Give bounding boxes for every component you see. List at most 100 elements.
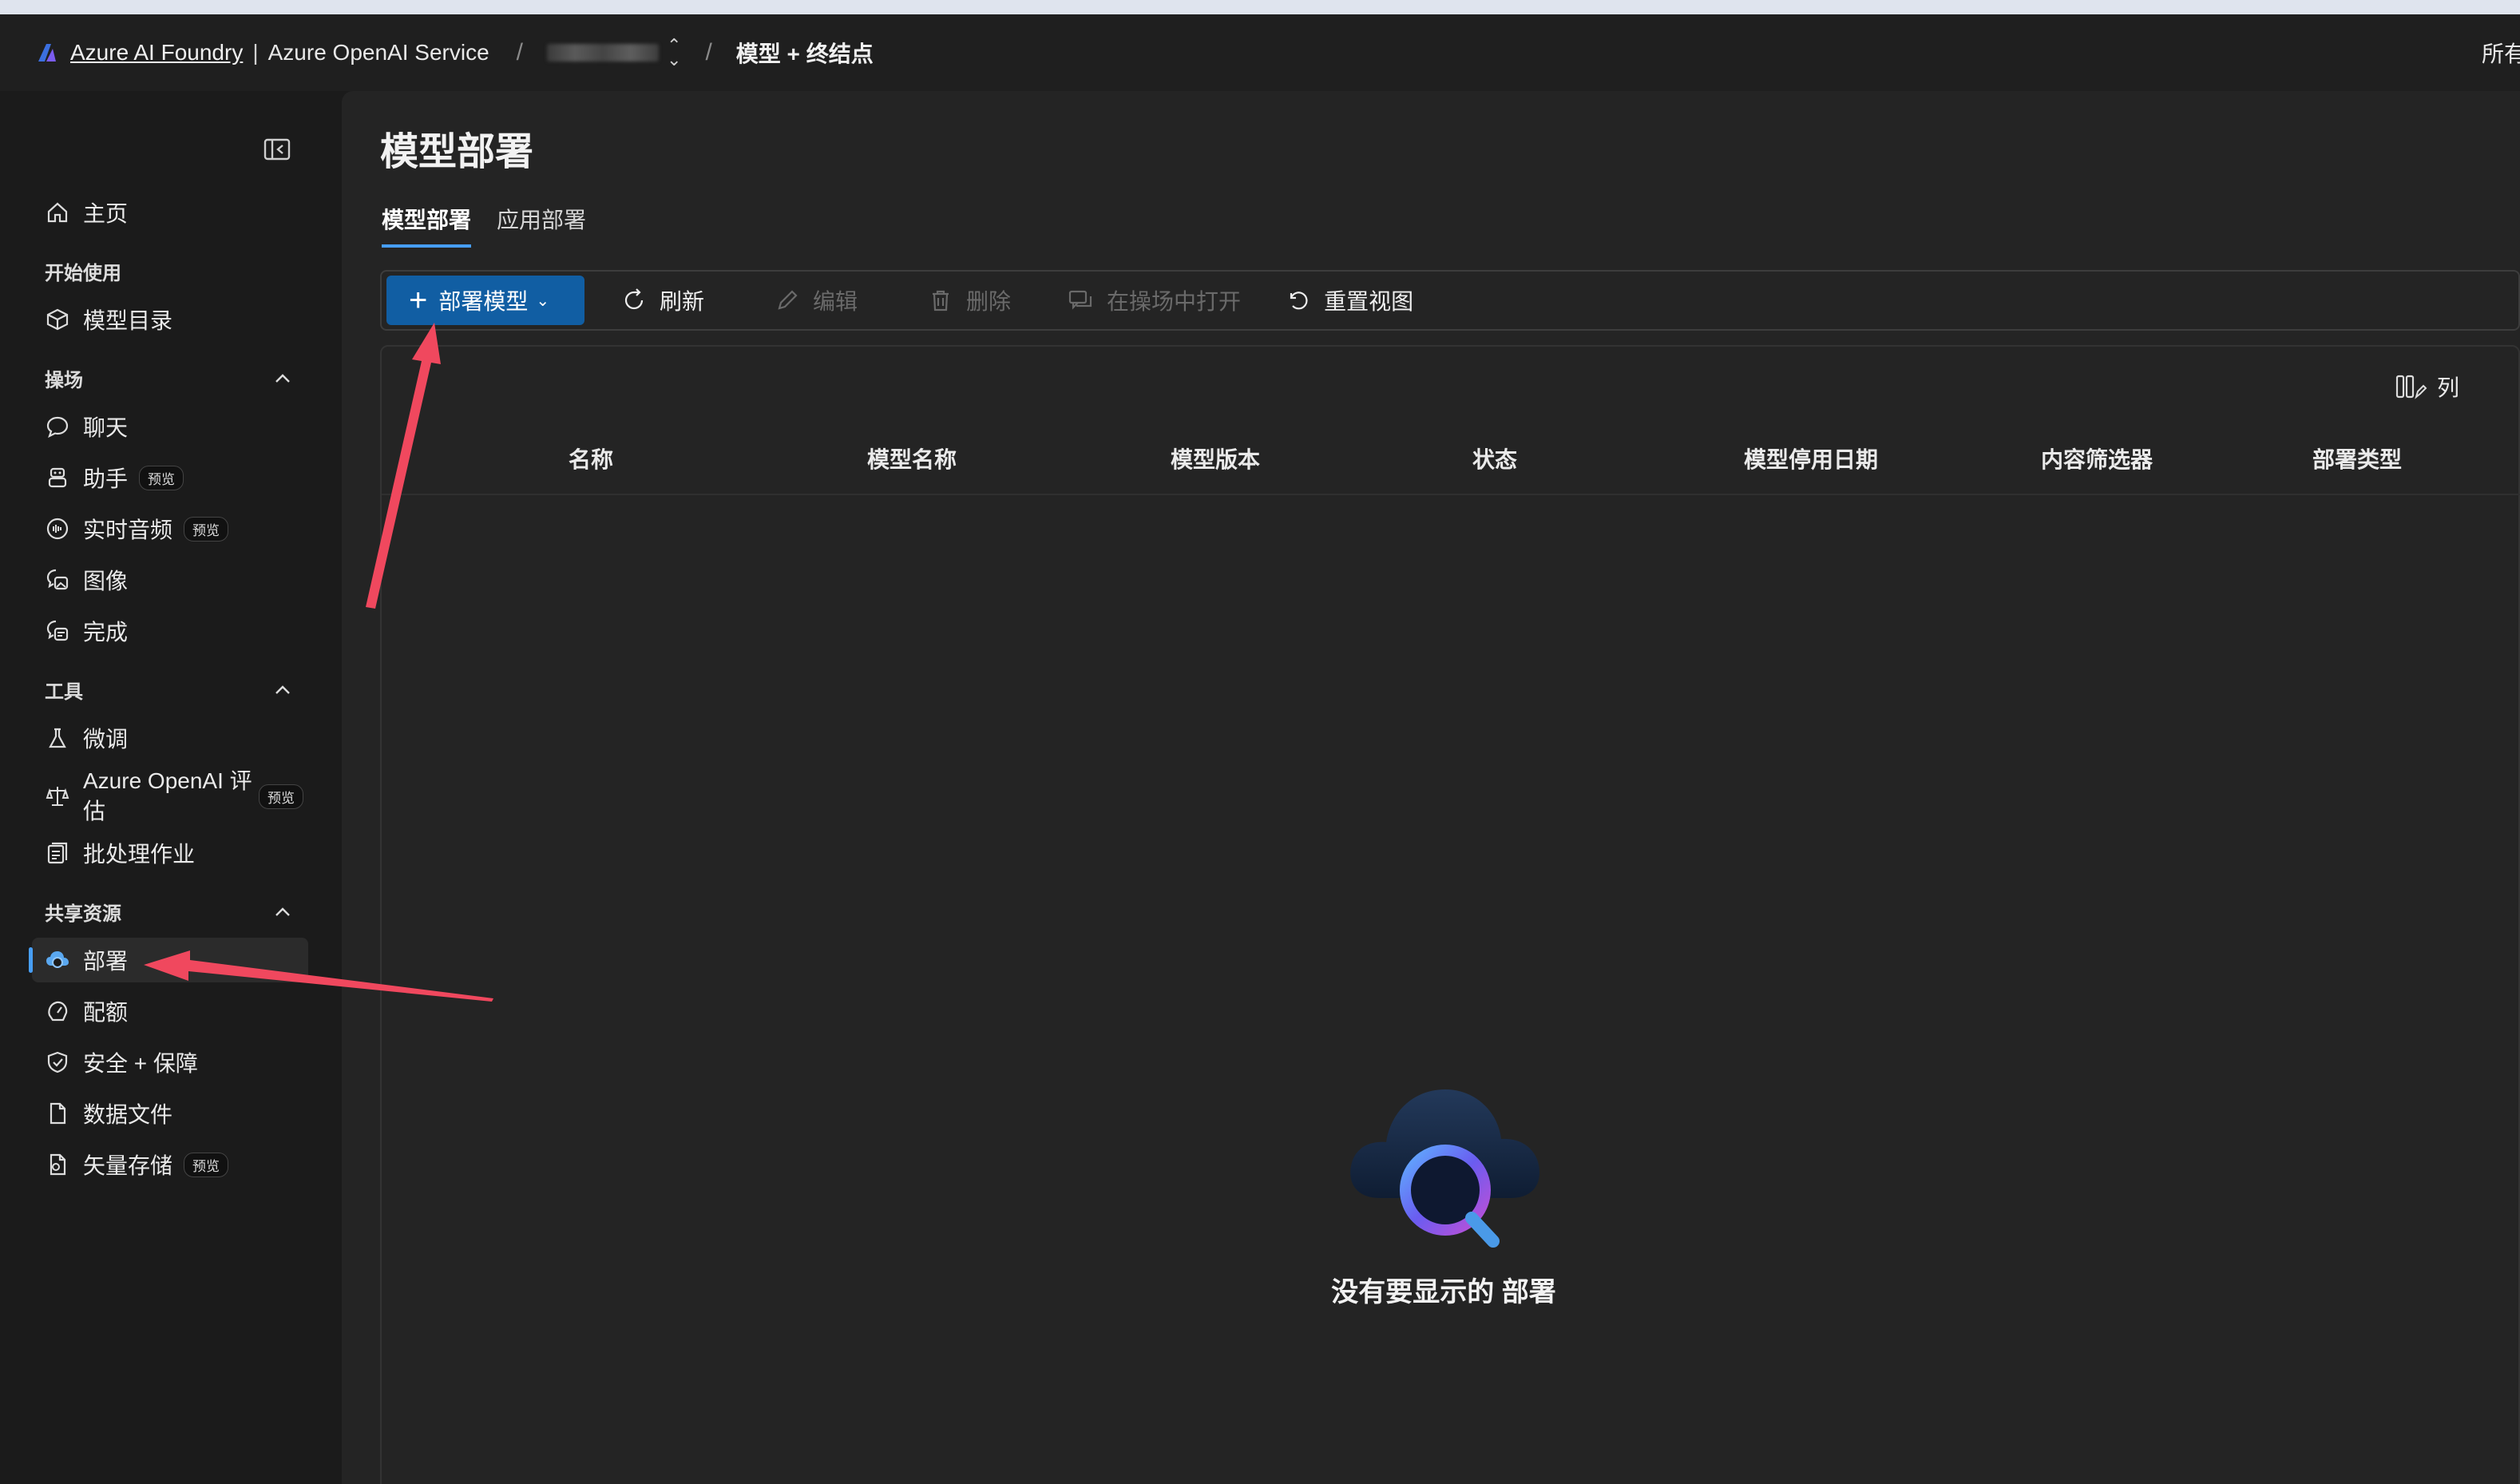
sidebar-item-label: 估 (83, 799, 106, 823)
assistant-bot-icon (43, 463, 72, 492)
breadcrumb-slash: / (705, 39, 712, 65)
brand-separator: | (252, 40, 259, 65)
section-playground[interactable]: 操场 (45, 364, 292, 392)
service-name: Azure OpenAI Service (267, 40, 489, 65)
sidebar-item-label: 图像 (83, 569, 129, 593)
top-bar: Azure AI Foundry | Azure OpenAI Service … (0, 14, 2520, 91)
shield-check-icon (43, 1048, 72, 1077)
pencil-icon (773, 286, 802, 315)
tab-model-deployments[interactable]: 模型部署 (382, 203, 472, 248)
columns-button[interactable]: 列 (2395, 371, 2459, 403)
sidebar-item-batch-jobs[interactable]: 批处理作业 (32, 831, 308, 875)
column-header-model-name[interactable]: 模型名称 (867, 442, 957, 474)
flask-icon (43, 724, 72, 752)
sidebar-item-deployments[interactable]: 部署 (29, 938, 308, 982)
section-get-started: 开始使用 (45, 257, 292, 285)
preview-badge: 预览 (139, 465, 184, 490)
sidebar-item-fine-tuning[interactable]: 微调 (32, 716, 308, 760)
resource-selector[interactable]: ⌃ ⌄ (547, 37, 681, 69)
chevron-up-icon[interactable] (273, 903, 292, 922)
section-tools[interactable]: 工具 (45, 676, 292, 704)
edit-button[interactable]: 编辑 (773, 284, 858, 316)
section-label: 操场 (45, 370, 83, 391)
tab-list: 模型部署 应用部署 (382, 203, 612, 248)
column-header-deployment-type[interactable]: 部署类型 (2312, 442, 2402, 474)
breadcrumb-slash: / (516, 39, 523, 65)
sidebar-item-evaluation[interactable]: Azure OpenAI 评 估 预览 (32, 767, 308, 826)
document-icon (43, 1099, 72, 1128)
sidebar-item-realtime-audio[interactable]: 实时音频 预览 (32, 506, 308, 551)
sidebar-item-label: 主页 (83, 201, 129, 226)
sidebar-item-data-files[interactable]: 数据文件 (32, 1091, 308, 1136)
column-header-content-filter[interactable]: 内容筛选器 (2041, 442, 2153, 474)
scales-icon (43, 782, 72, 811)
chevron-up-icon[interactable] (273, 369, 292, 388)
undo-reset-icon (1284, 286, 1313, 315)
audio-wave-icon (43, 514, 72, 543)
evaluation-label: Azure OpenAI 评 估 (83, 766, 256, 827)
vector-store-icon (43, 1150, 72, 1179)
cube-icon (43, 305, 72, 334)
column-header-status[interactable]: 状态 (1472, 442, 1517, 474)
cloud-deploy-icon (43, 946, 72, 974)
trash-icon (926, 286, 955, 315)
plus-icon: + (409, 283, 428, 318)
azure-ai-foundry-logo-icon[interactable] (35, 39, 62, 66)
sidebar-item-images[interactable]: 图像 (32, 557, 308, 602)
columns-label: 列 (2436, 375, 2459, 400)
preview-badge: 预览 (184, 516, 229, 542)
sidebar-item-home[interactable]: 主页 (32, 190, 308, 235)
refresh-icon (620, 286, 648, 315)
sidebar-item-label: 安全 + 保障 (83, 1051, 198, 1076)
section-label: 开始使用 (45, 263, 121, 284)
sidebar-item-label: Azure OpenAI 评 (83, 768, 252, 793)
topbar-right-text[interactable]: 所有 (2482, 37, 2520, 69)
sidebar-item-label: 微调 (83, 727, 129, 752)
sidebar-item-label: 数据文件 (83, 1102, 173, 1127)
chevron-up-icon[interactable] (273, 680, 292, 700)
sidebar-item-chat[interactable]: 聊天 (32, 404, 308, 449)
section-shared-resources[interactable]: 共享资源 (45, 898, 292, 926)
cloud-search-icon (1350, 1089, 1539, 1248)
empty-state-message: 没有要显示的 部署 (1331, 1277, 1556, 1307)
sidebar-item-vector-stores[interactable]: 矢量存储 预览 (32, 1142, 308, 1187)
completion-chat-icon (43, 617, 72, 645)
edit-label: 编辑 (813, 289, 858, 314)
main-panel: 模型部署 模型部署 应用部署 + 部署模型 ⌄ 刷新 编辑 删除 在操场中打开 … (342, 91, 2520, 1484)
refresh-label: 刷新 (660, 289, 705, 314)
preview-badge: 预览 (184, 1152, 229, 1177)
batch-document-icon (43, 839, 72, 867)
redacted-resource-name (547, 44, 659, 62)
sidebar-item-completions[interactable]: 完成 (32, 609, 308, 653)
sidebar-item-safety[interactable]: 安全 + 保障 (32, 1040, 308, 1085)
sidebar-item-label: 助手 (83, 466, 129, 491)
sidebar-item-label: 聊天 (83, 415, 129, 440)
reset-view-button[interactable]: 重置视图 (1284, 284, 1413, 316)
sidebar-item-quota[interactable]: 配额 (32, 989, 308, 1034)
deploy-model-label: 部署模型 (438, 289, 529, 314)
sidebar-item-assistants[interactable]: 助手 预览 (32, 455, 308, 500)
sidebar-item-label: 配额 (83, 1000, 129, 1025)
sidebar-item-label: 实时音频 (83, 518, 173, 542)
open-chat-icon (1067, 286, 1096, 315)
chat-icon (43, 412, 72, 441)
sidebar-item-label: 批处理作业 (83, 842, 196, 867)
sidebar: 主页 开始使用 模型目录 操场 聊天 助手 预览 实时音频 预览 图像 完成 工… (0, 91, 340, 1484)
grid-header-row: 名称 模型名称 模型版本 状态 模型停用日期 内容筛选器 部署类型 (382, 419, 2520, 495)
delete-button[interactable]: 删除 (926, 284, 1011, 316)
deploy-model-button[interactable]: + 部署模型 ⌄ (386, 276, 584, 325)
empty-state-illustration (1308, 1070, 1579, 1266)
quota-gauge-icon (43, 997, 72, 1026)
column-header-name[interactable]: 名称 (569, 442, 613, 474)
delete-label: 删除 (966, 289, 1012, 314)
tab-app-deployments[interactable]: 应用部署 (497, 203, 586, 248)
collapse-sidebar-icon[interactable] (263, 137, 291, 161)
refresh-button[interactable]: 刷新 (620, 284, 704, 316)
open-in-playground-button[interactable]: 在操场中打开 (1067, 284, 1241, 316)
section-label: 共享资源 (45, 903, 121, 925)
column-header-model-version[interactable]: 模型版本 (1171, 442, 1260, 474)
sidebar-item-label: 矢量存储 (83, 1153, 173, 1178)
sidebar-item-model-catalog[interactable]: 模型目录 (32, 297, 308, 342)
brand-link[interactable]: Azure AI Foundry (70, 40, 243, 65)
column-header-retirement-date[interactable]: 模型停用日期 (1744, 442, 1878, 474)
